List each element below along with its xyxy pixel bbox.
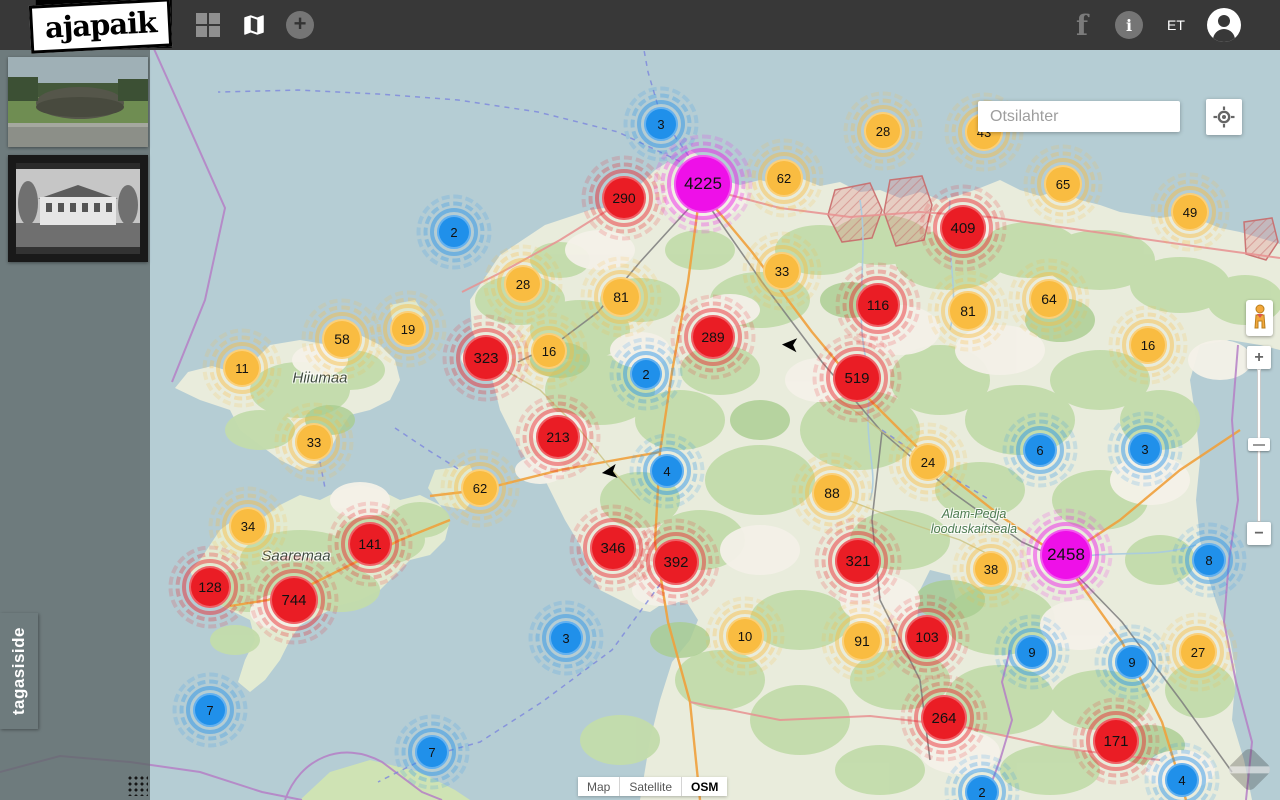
photo-sidebar: tagasiside xyxy=(0,50,150,800)
photo-cluster-264[interactable]: 264 xyxy=(899,673,989,763)
photo-cluster-4[interactable]: 4 xyxy=(628,432,706,510)
photo-cluster-81[interactable]: 81 xyxy=(579,255,663,339)
photo-cluster-33[interactable]: 33 xyxy=(273,401,355,483)
photo-cluster-64[interactable]: 64 xyxy=(1007,257,1091,341)
photo-cluster-7[interactable]: 7 xyxy=(393,713,471,791)
photo-cluster-16[interactable]: 16 xyxy=(1107,304,1189,386)
photo-cluster-519[interactable]: 519 xyxy=(811,332,903,424)
map-type-map[interactable]: Map xyxy=(578,777,621,796)
locate-me-button[interactable] xyxy=(1206,99,1242,135)
photo-cluster-4[interactable]: 4 xyxy=(1143,741,1221,800)
photo-cluster-3[interactable]: 3 xyxy=(1106,410,1184,488)
grid-view-icon[interactable] xyxy=(192,0,224,50)
photo-cluster-9[interactable]: 9 xyxy=(993,613,1071,691)
photo-cluster-2[interactable]: 2 xyxy=(608,336,684,412)
photo-cluster-409[interactable]: 409 xyxy=(918,183,1008,273)
photo-cluster-7[interactable]: 7 xyxy=(171,671,249,749)
feedback-tab[interactable]: tagasiside xyxy=(0,613,38,729)
logo-text: ajapaik xyxy=(44,5,158,45)
photo-cluster-3[interactable]: 3 xyxy=(527,599,605,677)
pegman-streetview[interactable] xyxy=(1246,300,1273,336)
language-selector[interactable]: ET xyxy=(1160,0,1192,50)
photo-cluster-24[interactable]: 24 xyxy=(887,421,969,503)
photo-cluster-323[interactable]: 323 xyxy=(441,313,531,403)
photo-cluster-62[interactable]: 62 xyxy=(743,137,825,219)
photo-cluster-128[interactable]: 128 xyxy=(167,544,253,630)
photo-cluster-58[interactable]: 58 xyxy=(300,297,384,381)
photo-cluster-49[interactable]: 49 xyxy=(1149,171,1231,253)
photo-cluster-91[interactable]: 91 xyxy=(820,599,904,683)
add-photo-icon[interactable]: + xyxy=(284,0,316,50)
photo-cluster-6[interactable]: 6 xyxy=(1001,411,1079,489)
photo-cluster-4225[interactable]: 4225 xyxy=(652,133,754,235)
photo-cluster-81[interactable]: 81 xyxy=(926,269,1010,353)
ajapaik-map-page: Hiiumaa Saaremaa Alam-Pedja looduskaitseal… xyxy=(0,0,1280,800)
photo-thumbnail-2[interactable] xyxy=(8,155,148,262)
photo-cluster-2458[interactable]: 2458 xyxy=(1018,507,1114,603)
photo-cluster-2[interactable]: 2 xyxy=(943,753,1021,800)
zoom-slider-handle[interactable] xyxy=(1248,438,1270,451)
top-app-bar: ajapaik + f i ET xyxy=(0,0,1280,54)
photo-cluster-213[interactable]: 213 xyxy=(514,393,602,481)
ajapaik-logo[interactable]: ajapaik xyxy=(28,0,173,54)
photo-cluster-9[interactable]: 9 xyxy=(1093,623,1171,701)
zoom-in-button[interactable]: + xyxy=(1247,346,1271,369)
map-type-control: Map Satellite OSM xyxy=(578,777,728,796)
photo-cluster-28[interactable]: 28 xyxy=(842,90,924,172)
photo-cluster-10[interactable]: 10 xyxy=(704,595,786,677)
map-type-osm[interactable]: OSM xyxy=(682,777,728,796)
zoom-out-button[interactable]: − xyxy=(1247,522,1271,545)
photo-cluster-8[interactable]: 8 xyxy=(1170,521,1248,599)
photo-cluster-744[interactable]: 744 xyxy=(248,554,340,646)
photo-cluster-62[interactable]: 62 xyxy=(439,447,521,529)
sidebar-resize-grip[interactable] xyxy=(126,774,148,796)
photo-cluster-65[interactable]: 65 xyxy=(1022,143,1104,225)
feedback-label: tagasiside xyxy=(9,626,28,716)
search-input[interactable] xyxy=(978,101,1180,132)
facebook-icon[interactable]: f xyxy=(1066,0,1098,50)
map-view-icon[interactable] xyxy=(238,0,270,50)
photo-cluster-11[interactable]: 11 xyxy=(201,327,283,409)
photo-cluster-392[interactable]: 392 xyxy=(631,517,721,607)
profile-icon[interactable] xyxy=(1204,0,1244,50)
map-type-satellite[interactable]: Satellite xyxy=(620,777,683,796)
photo-thumbnail-1[interactable] xyxy=(8,57,148,147)
info-icon[interactable]: i xyxy=(1112,0,1146,50)
